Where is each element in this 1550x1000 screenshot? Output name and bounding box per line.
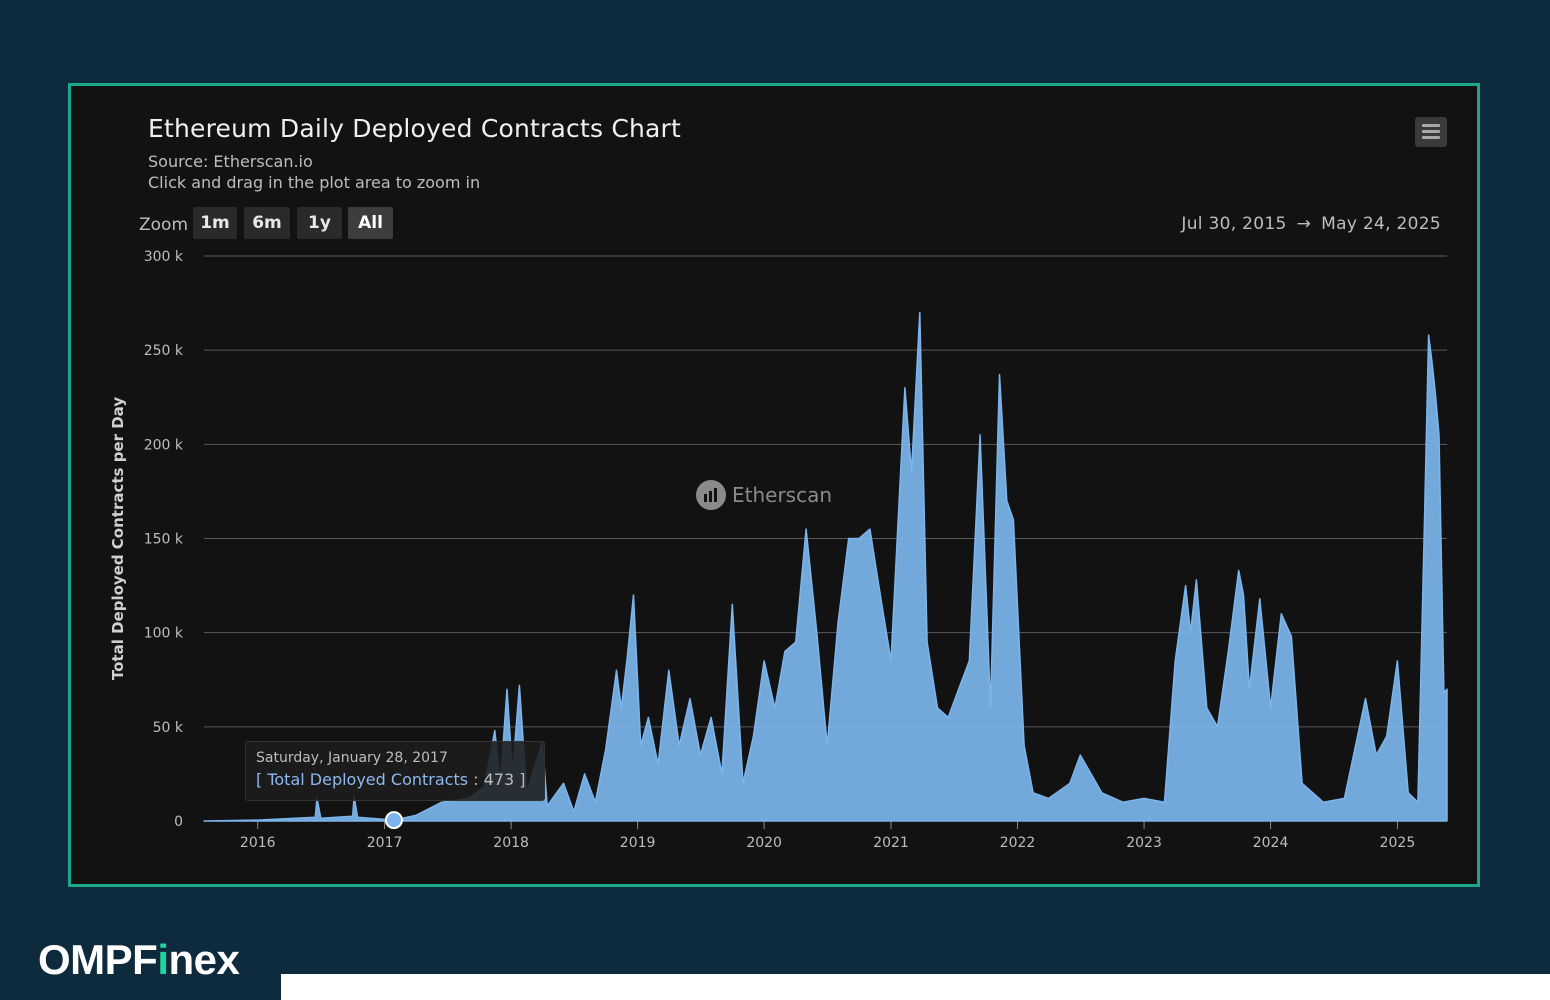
- y-tick-label: 300 k: [144, 249, 184, 265]
- tooltip-value: 473: [483, 770, 515, 789]
- y-axis-ticks: 0 50 k 100 k 150 k 200 k 250 k 300 k: [144, 249, 184, 830]
- watermark-text: Etherscan: [732, 483, 833, 507]
- x-tick-label: 2017: [367, 835, 403, 851]
- highlight-marker: [384, 811, 403, 830]
- chart-frame: Ethereum Daily Deployed Contracts Chart …: [68, 83, 1480, 887]
- y-tick-label: 200 k: [144, 437, 184, 453]
- y-tick-label: 100 k: [144, 626, 184, 642]
- x-axis-ticks: 2016 2017 2018 2019 2020 2021 2022 2023 2024 2025: [240, 821, 1415, 851]
- x-tick-label: 2025: [1380, 835, 1416, 851]
- x-tick-label: 2019: [620, 835, 656, 851]
- chart-tooltip: Saturday, January 28, 2017 [ Total Deplo…: [245, 741, 545, 801]
- x-tick-label: 2022: [1000, 835, 1036, 851]
- tooltip-date: Saturday, January 28, 2017: [256, 750, 448, 766]
- y-axis-title: Total Deployed Contracts per Day: [109, 397, 127, 680]
- brand-suffix: nex: [168, 936, 240, 983]
- y-tick-label: 250 k: [144, 343, 184, 359]
- footer-bar: [281, 974, 1550, 1000]
- etherscan-logo-icon: [696, 480, 726, 510]
- tooltip-open-bracket: [: [256, 770, 268, 789]
- x-tick-label: 2021: [873, 835, 909, 851]
- tooltip-close-bracket: ]: [514, 770, 526, 789]
- y-tick-label: 50 k: [153, 720, 184, 736]
- tooltip-series-line: [ Total Deployed Contracts : 473 ]: [256, 770, 526, 789]
- x-tick-label: 2020: [746, 835, 782, 851]
- brand-accent-letter: i: [157, 936, 169, 983]
- y-tick-label: 150 k: [144, 532, 184, 548]
- x-tick-label: 2024: [1253, 835, 1289, 851]
- highlighted-data-point[interactable]: [384, 811, 403, 830]
- x-tick-label: 2018: [493, 835, 529, 851]
- tooltip-series-label: Total Deployed Contracts: [267, 770, 469, 789]
- y-tick-label: 0: [174, 814, 183, 830]
- x-tick-label: 2023: [1126, 835, 1162, 851]
- x-tick-label: 2016: [240, 835, 276, 851]
- ompfinex-logo: OMPFinex: [38, 936, 240, 984]
- etherscan-watermark: Etherscan: [696, 480, 832, 510]
- brand-prefix: OMPF: [38, 936, 158, 983]
